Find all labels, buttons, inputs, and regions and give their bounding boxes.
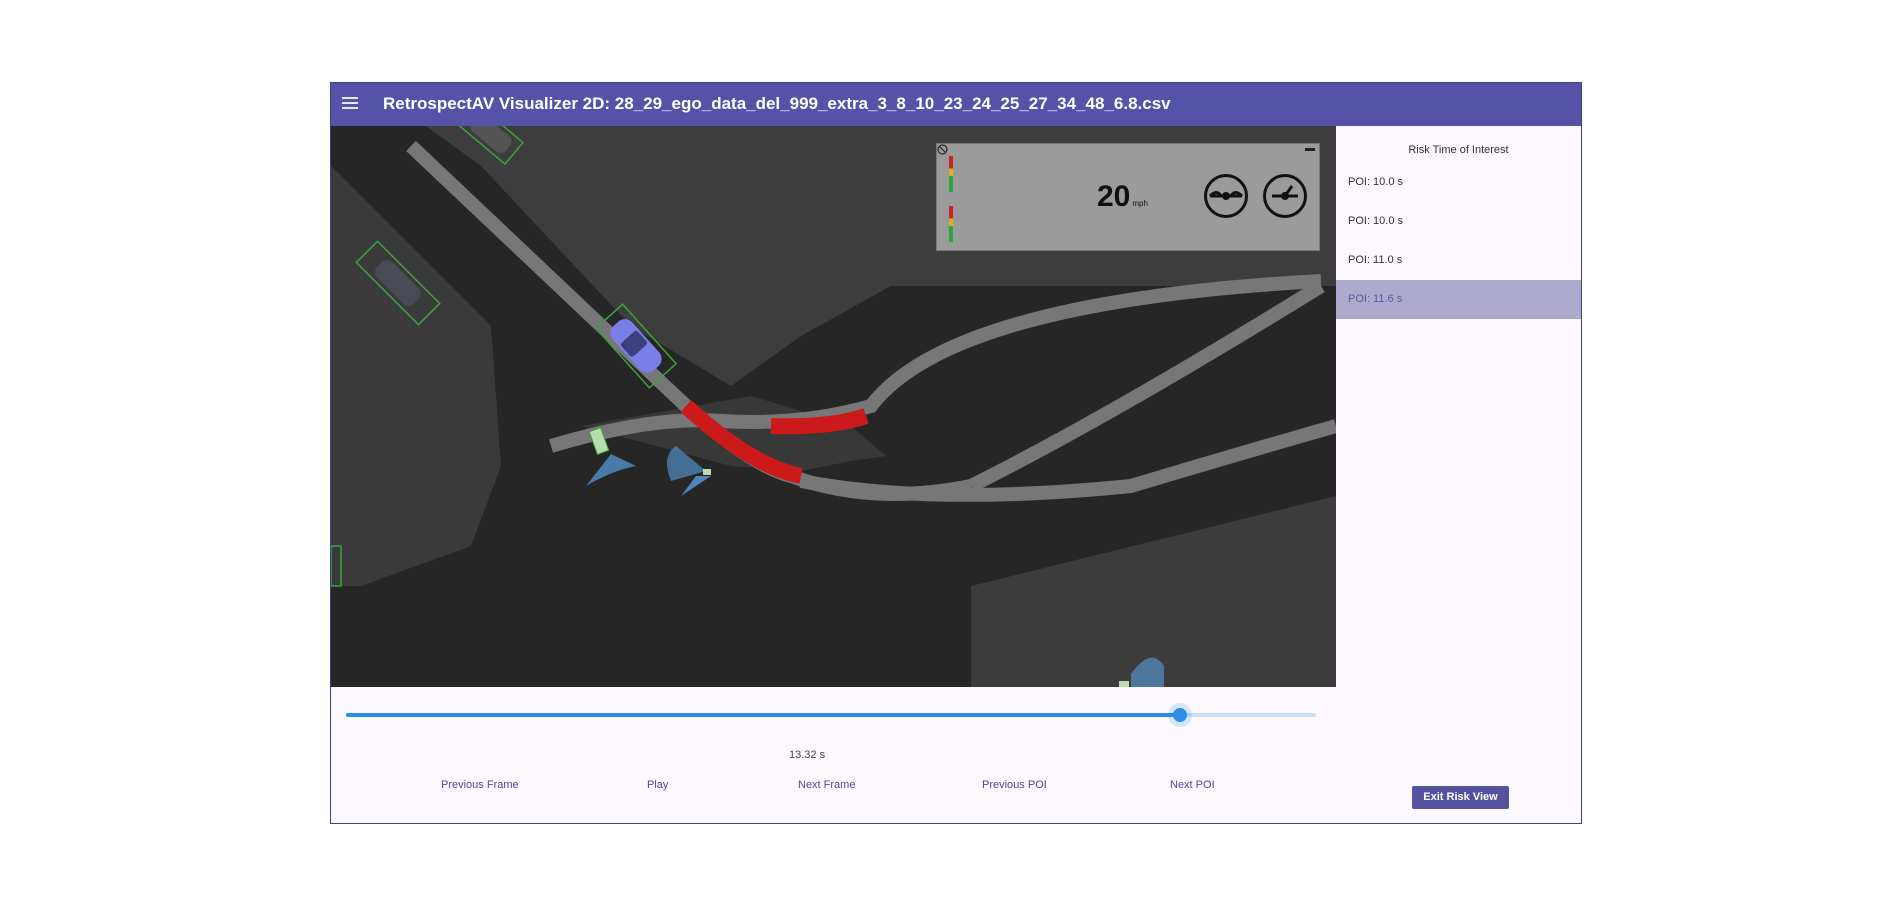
throttle-level-meter bbox=[949, 206, 953, 242]
speed-value: 20 bbox=[1097, 180, 1131, 213]
steering-wheel-icon bbox=[1204, 174, 1248, 218]
vehicle-hud-panel: 20 mph bbox=[936, 143, 1320, 251]
poi-list-item[interactable]: POI: 10.0 s bbox=[1336, 202, 1581, 241]
play-button[interactable]: Play bbox=[647, 779, 668, 791]
sidebar-title: Risk Time of Interest bbox=[1408, 144, 1509, 156]
hamburger-menu-icon[interactable] bbox=[339, 94, 361, 114]
close-circle-icon[interactable] bbox=[937, 144, 948, 155]
risk-sidebar: Risk Time of Interest POI: 10.0 s POI: 1… bbox=[1336, 126, 1581, 823]
poi-list-item[interactable]: POI: 10.0 s bbox=[1336, 163, 1581, 202]
poi-list-item-selected[interactable]: POI: 11.6 s bbox=[1336, 280, 1581, 319]
current-time-label: 13.32 s bbox=[789, 749, 826, 761]
speedometer-icon bbox=[1263, 174, 1307, 218]
top-app-bar: RetrospectAV Visualizer 2D: 28_29_ego_da… bbox=[331, 83, 1581, 126]
timeline-progress bbox=[346, 713, 1181, 717]
timeline-thumb[interactable] bbox=[1168, 703, 1193, 727]
poi-list-item[interactable]: POI: 11.0 s bbox=[1336, 241, 1581, 280]
speed-readout: 20 mph bbox=[1097, 180, 1148, 214]
app-window: RetrospectAV Visualizer 2D: 28_29_ego_da… bbox=[330, 82, 1582, 824]
next-frame-button[interactable]: Next Frame bbox=[798, 779, 855, 791]
scene-view[interactable]: 20 mph bbox=[331, 126, 1336, 687]
brake-level-meter bbox=[949, 156, 953, 192]
previous-poi-button[interactable]: Previous POI bbox=[982, 779, 1047, 791]
speed-unit: mph bbox=[1132, 199, 1148, 208]
previous-frame-button[interactable]: Previous Frame bbox=[441, 779, 519, 791]
next-poi-button[interactable]: Next POI bbox=[1170, 779, 1215, 791]
app-title: RetrospectAV Visualizer 2D: 28_29_ego_da… bbox=[383, 94, 1171, 113]
minimize-icon[interactable] bbox=[1305, 148, 1315, 151]
exit-risk-view-button[interactable]: Exit Risk View bbox=[1412, 786, 1509, 809]
timeline-slider[interactable] bbox=[346, 703, 1316, 727]
